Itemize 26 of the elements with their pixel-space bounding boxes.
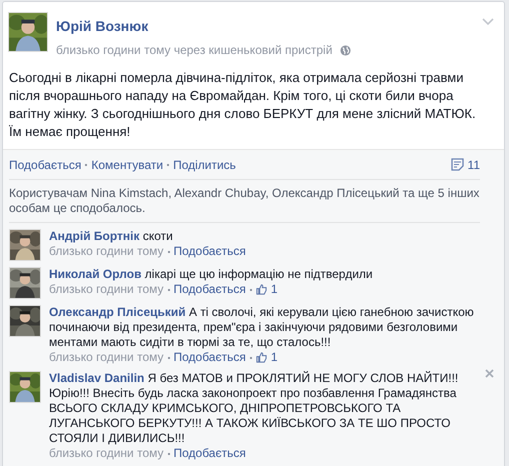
action-link[interactable]: Коментувати [91,156,164,174]
commenter-name[interactable]: Олександр Плісецький [49,305,186,319]
comment-count[interactable]: 11 [468,156,480,174]
commenter-name[interactable]: Андрій Бортнік [49,229,140,243]
comment-icon[interactable] [450,158,464,171]
globe-icon [340,44,352,56]
comment-text: Николай Орлов лікарі ще цю інформацію не підтвердили [49,267,373,282]
author-name[interactable]: Юрій Вознюк [56,16,352,37]
action-link[interactable]: Поділитись [173,156,236,174]
thumbs-up-icon[interactable] [256,284,267,295]
like-link[interactable]: Подобається [174,244,246,259]
commenter-name[interactable]: Николай Орлов [49,267,142,281]
comment-text: Андрій Бортнік скоти [49,229,174,244]
thumbs-up-icon[interactable] [256,352,267,363]
close-icon[interactable] [485,369,494,378]
like-link[interactable]: Подобається [174,282,246,297]
commenter-name[interactable]: Vladislav Danilin [49,371,144,385]
comment-text: Олександр Плісецький А ті сволочі, які керували цією ганебною зачисткою починаючи від президента, прем"єра і закінчуючи рядовими безголовими ментами мають сидіти в тюрмі за те, що сталось!!! [49,305,474,350]
action-link[interactable]: Подобається [9,156,82,174]
like-link[interactable]: Подобається [174,350,246,365]
comment-text: Vladislav Danilin Я без МАТОВ и ПРОКЛЯТИЙ НЕ МОГУ СЛОВ НАЙТИ!!! Юрію!!! Внесіть будь ласка законопроект про позбавлення Грамадянства ВСЬОГО СКЛАДУ КРИМСЬКОГО, ДНІПРОПЕТРОВСЬКОГО ТА ЛУГАНСЬКОГО БЕРКУТУ!!! А ТАКОЖ КИЇВСЬКОГО ЗА ТЕ ШО ПРОСТО СТОЯЛИ І ДИВИЛИСЬ!!! [49,371,460,446]
like-count[interactable]: 1 [270,350,278,365]
likes-summary: Користувачам Nina Kimstach, Alexandr Chubay, Олександр Плісецький та ще 5 інших особам це сподобалось. [9,180,480,223]
like-count[interactable]: 1 [270,282,278,297]
post-text: Сьогодні в лікарні померла дівчина-підліток, яка отримала серйозні травми після вчорашнього нападу на Євромайдан. Крім того, ці скоти били вчора вагітну жінку. З сьогоднішнього дня слово БЕРКУТ для мене злісний МАТЮК. Їм немає прощення! [8,69,477,141]
like-link[interactable]: Подобається [174,446,246,461]
